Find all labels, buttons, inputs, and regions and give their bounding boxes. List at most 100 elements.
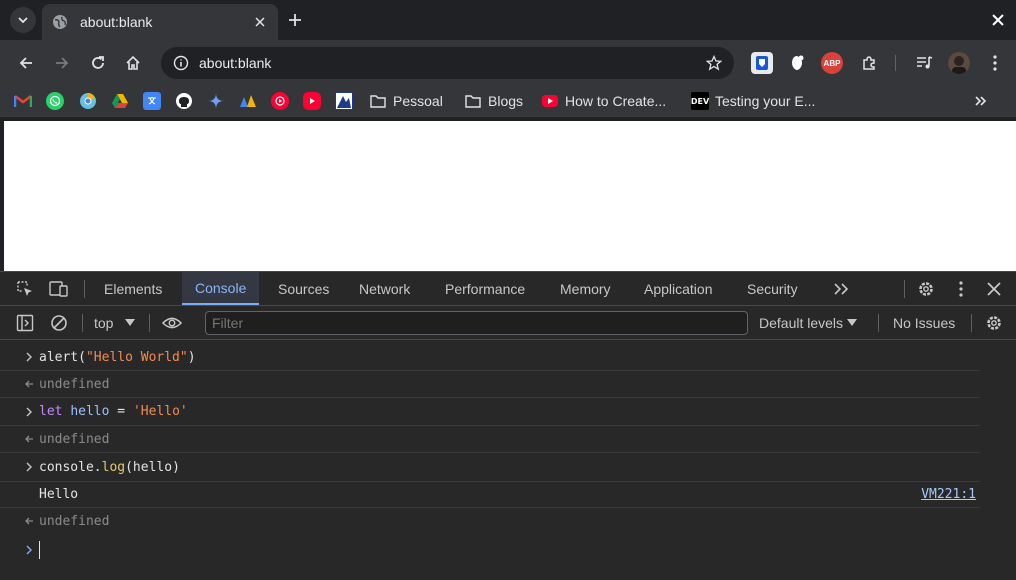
- device-toolbar-icon[interactable]: [49, 279, 69, 299]
- toolbar-divider: [878, 314, 879, 332]
- result-arrow-icon: [0, 379, 39, 389]
- site-info-icon[interactable]: [171, 53, 191, 73]
- youtube-music-icon[interactable]: [271, 92, 289, 110]
- context-selector[interactable]: top: [90, 312, 136, 334]
- tab-network[interactable]: Network: [353, 272, 416, 305]
- devtools-menu-icon[interactable]: [951, 279, 971, 299]
- tab-divider: [904, 280, 905, 298]
- sidebar-toggle-icon[interactable]: [15, 313, 35, 333]
- console-code: alert("Hello World"): [39, 349, 196, 365]
- prompt-chevron-icon: [0, 462, 39, 472]
- console-input-row: console.log(hello): [0, 453, 980, 482]
- bookmark-link-how-to-create[interactable]: How to Create...: [541, 91, 666, 111]
- home-button[interactable]: [121, 51, 145, 75]
- google-drive-icon[interactable]: [111, 92, 129, 110]
- bookmark-folder-blogs[interactable]: Blogs: [464, 91, 523, 111]
- google-translate-icon[interactable]: [143, 92, 161, 110]
- kebab-menu-icon[interactable]: [984, 52, 1006, 74]
- tab-elements[interactable]: Elements: [98, 272, 168, 305]
- tab-title: about:blank: [80, 14, 153, 30]
- console-settings-gear-icon[interactable]: [984, 313, 1004, 333]
- tab-performance[interactable]: Performance: [439, 272, 531, 305]
- reload-button[interactable]: [86, 51, 110, 75]
- gmail-icon[interactable]: [14, 92, 32, 110]
- console-toolbar: top Default levels No Issues: [0, 306, 1016, 340]
- plus-icon: [289, 14, 301, 26]
- console-input-row: alert("Hello World"): [0, 344, 980, 371]
- bookmark-label: Testing your E...: [715, 93, 816, 109]
- whatsapp-icon[interactable]: [46, 92, 64, 110]
- tab-search-button[interactable]: [10, 7, 36, 33]
- tab-memory[interactable]: Memory: [554, 272, 617, 305]
- page-viewport[interactable]: [4, 121, 1016, 271]
- forward-button[interactable]: [50, 51, 74, 75]
- youtube-icon: [541, 92, 559, 110]
- console-code: console.log(hello): [39, 459, 180, 475]
- bookmark-label: Blogs: [488, 93, 524, 109]
- tab-security[interactable]: Security: [741, 272, 804, 305]
- tab-console[interactable]: Console: [182, 272, 260, 305]
- console-prompt[interactable]: [0, 538, 980, 562]
- arrow-right-icon: [56, 57, 69, 69]
- settings-gear-icon[interactable]: [916, 279, 936, 299]
- tab-strip: about:blank: [0, 0, 1016, 40]
- gemini-icon[interactable]: [207, 92, 225, 110]
- chevron-down-icon: [18, 17, 28, 24]
- browser-tab[interactable]: about:blank: [42, 4, 278, 40]
- extensions-puzzle-icon[interactable]: [858, 52, 880, 74]
- media-control-icon[interactable]: [914, 52, 936, 74]
- toolbar-divider: [895, 55, 896, 71]
- profile-avatar[interactable]: [948, 52, 970, 74]
- filter-input[interactable]: [205, 311, 748, 335]
- log-levels-label: Default levels: [759, 315, 844, 331]
- console-result-row: undefined: [0, 371, 980, 398]
- close-icon: [992, 14, 1004, 26]
- new-tab-button[interactable]: [285, 10, 305, 30]
- console-result-row: undefined: [0, 508, 980, 534]
- extension-abp-icon[interactable]: ABP: [821, 52, 843, 74]
- live-expression-eye-icon[interactable]: [162, 313, 182, 333]
- console-input-row: let hello = 'Hello': [0, 398, 980, 426]
- window-close-button[interactable]: [988, 10, 1008, 30]
- home-icon: [126, 55, 140, 70]
- youtube-icon[interactable]: [303, 92, 321, 110]
- console-log-row: Hello VM221:1: [0, 482, 980, 508]
- dev-to-icon: DEV: [691, 92, 709, 110]
- github-icon[interactable]: [175, 92, 193, 110]
- source-link[interactable]: VM221:1: [921, 487, 976, 502]
- back-button[interactable]: [14, 51, 38, 75]
- folder-icon: [369, 92, 387, 110]
- bookmark-image-icon[interactable]: [335, 92, 353, 110]
- tab-divider: [84, 280, 85, 298]
- bookmarks-bar: Pessoal Blogs How to Create... DEV Testi…: [0, 84, 1016, 117]
- address-bar[interactable]: about:blank: [161, 47, 734, 79]
- console-result-row: undefined: [0, 426, 980, 453]
- bookmark-label: How to Create...: [565, 93, 667, 109]
- result-arrow-icon: [0, 434, 39, 444]
- chrome-store-icon[interactable]: [79, 92, 97, 110]
- extension-bitwarden-icon[interactable]: [751, 52, 773, 74]
- issues-button[interactable]: No Issues: [893, 312, 955, 334]
- console-code: let hello = 'Hello': [39, 404, 188, 419]
- devtools-tab-bar: Elements Console Sources Network Perform…: [0, 271, 1016, 306]
- tab-close-icon[interactable]: [252, 14, 268, 30]
- extension-gnome-icon[interactable]: [786, 52, 808, 74]
- more-tabs-icon[interactable]: [832, 279, 852, 299]
- toolbar-divider: [149, 314, 150, 332]
- bookmark-folder-pessoal[interactable]: Pessoal: [369, 91, 443, 111]
- close-devtools-icon[interactable]: [984, 279, 1004, 299]
- reload-icon: [92, 56, 104, 69]
- bookmark-app-icon[interactable]: [239, 92, 257, 110]
- bookmarks-overflow-icon[interactable]: [972, 92, 990, 110]
- bookmark-link-testing[interactable]: DEV Testing your E...: [691, 91, 815, 111]
- bookmark-star-icon[interactable]: [704, 53, 724, 73]
- tab-application[interactable]: Application: [638, 272, 719, 305]
- bookmark-label: Pessoal: [393, 93, 443, 109]
- inspect-element-icon[interactable]: [15, 279, 35, 299]
- console-output[interactable]: alert("Hello World") undefined let hello…: [0, 340, 1016, 580]
- console-result: undefined: [39, 513, 110, 529]
- log-levels-dropdown[interactable]: Default levels: [759, 312, 858, 334]
- tab-sources[interactable]: Sources: [272, 272, 335, 305]
- clear-console-icon[interactable]: [49, 313, 69, 333]
- url-text[interactable]: about:blank: [199, 55, 704, 71]
